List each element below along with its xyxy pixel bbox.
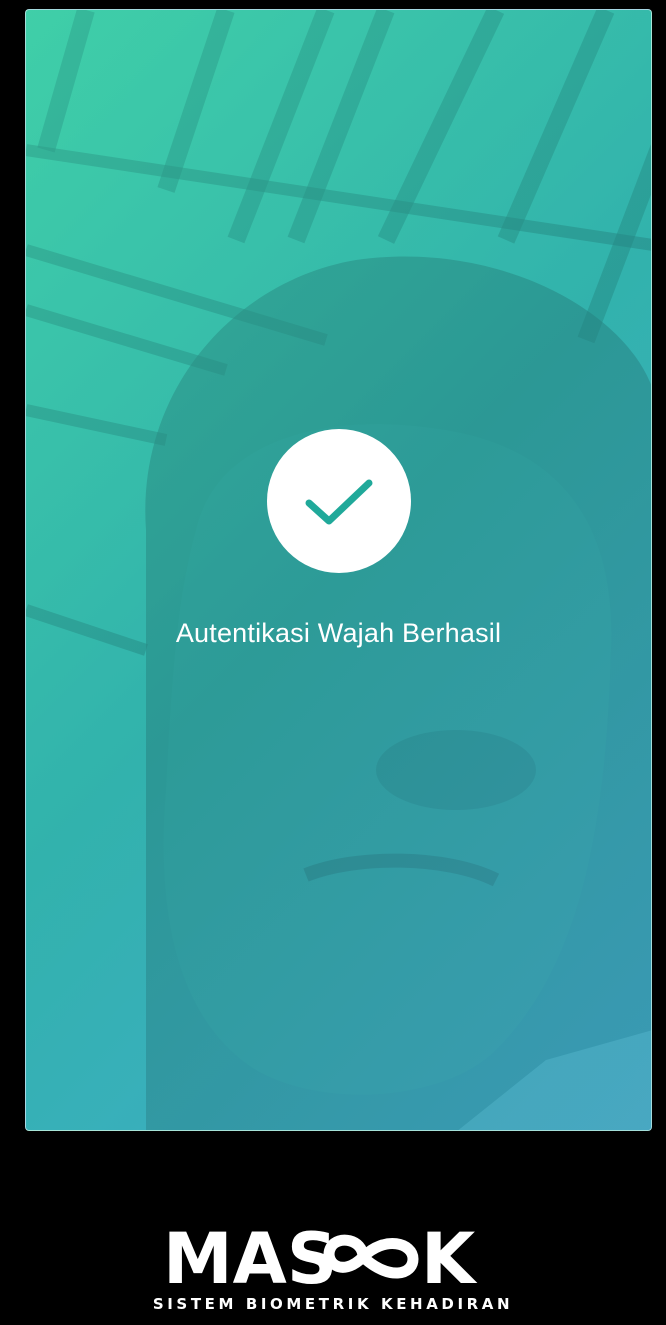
camera-preview: Autentikasi Wajah Berhasil — [25, 9, 652, 1131]
brand-tagline: SISTEM BIOMETRIK KEHADIRAN — [152, 1295, 514, 1313]
success-message: Autentikasi Wajah Berhasil — [175, 618, 502, 648]
success-badge — [267, 429, 411, 573]
svg-text:MAS: MAS — [163, 1225, 337, 1291]
brand-footer: MAS K SISTEM BIOMETRIK KEHADIRAN — [0, 1225, 666, 1313]
checkmark-icon — [305, 479, 373, 525]
masook-logo: MAS K — [163, 1225, 478, 1291]
svg-text:K: K — [421, 1225, 478, 1291]
